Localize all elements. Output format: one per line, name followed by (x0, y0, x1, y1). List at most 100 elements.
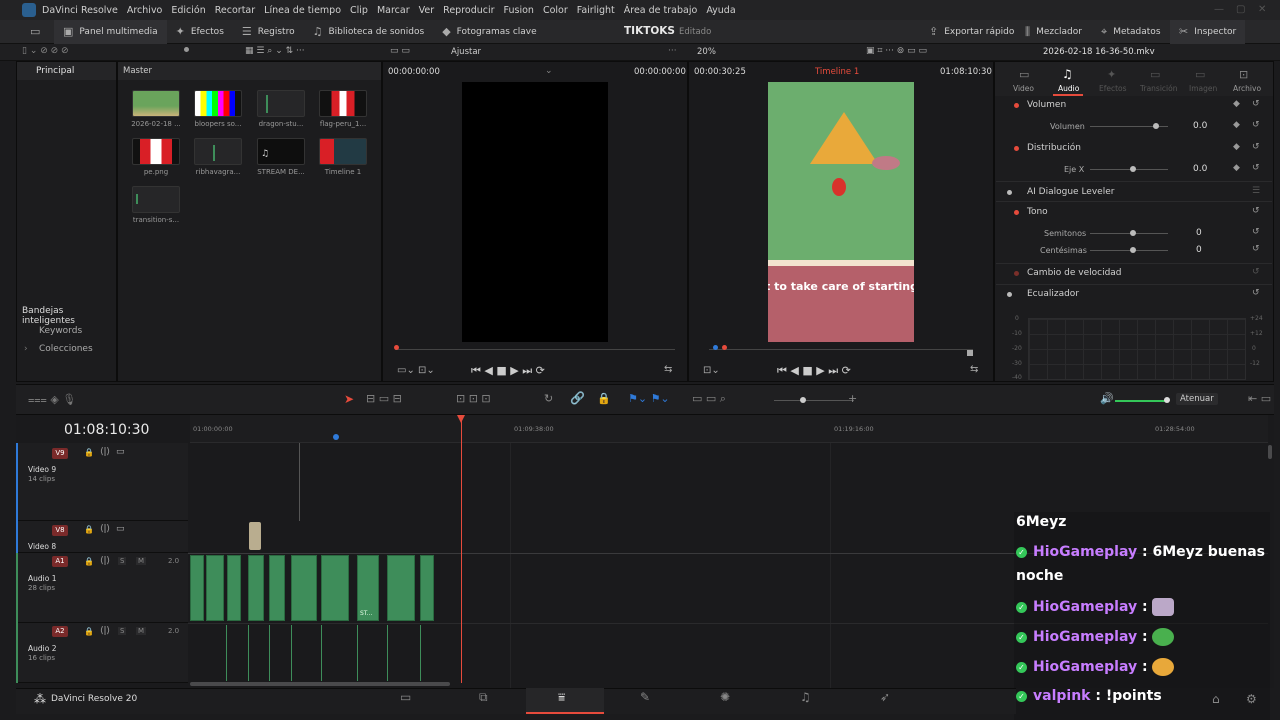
pan-slider[interactable] (1090, 169, 1168, 170)
track-tag-a2[interactable]: A2 (52, 626, 68, 637)
fairlight-page-icon[interactable]: ♫ (800, 690, 811, 704)
viewer-tools-icon[interactable]: ▣ ⌗ ··· ⊚ ▭ ▭ (866, 46, 927, 56)
minimize-icon[interactable]: — (1214, 4, 1224, 15)
menu-view[interactable]: Ver (419, 5, 435, 16)
audio-clip[interactable] (321, 555, 349, 621)
menu-help[interactable]: Ayuda (706, 5, 735, 16)
auto-select-icon[interactable]: ⟨|⟩ (100, 556, 110, 566)
audio-clip[interactable] (387, 555, 415, 621)
monitor-volume-knob[interactable] (1164, 397, 1170, 403)
reset-icon[interactable]: ↺ (1252, 99, 1260, 109)
reset-icon[interactable]: ↺ (1252, 120, 1260, 130)
program-video-frame[interactable]: t to take care of starting (768, 82, 914, 342)
semitones-slider-knob[interactable] (1130, 230, 1136, 236)
audio-clip[interactable] (190, 555, 204, 621)
fit-dropdown[interactable]: Ajustar (451, 47, 481, 57)
pan-enable-toggle[interactable] (1014, 146, 1019, 151)
timeline-view-icon[interactable]: ⩶ ◈ 🎙 (28, 393, 76, 407)
semitones-slider[interactable] (1090, 233, 1168, 234)
sound-library-button[interactable]: ♫ Biblioteca de sonidos (304, 20, 434, 44)
timeline-scrollbar[interactable] (190, 682, 450, 686)
track-tag-v9[interactable]: V9 (52, 448, 68, 459)
media-item-thumb[interactable] (194, 90, 242, 117)
auto-select-icon[interactable]: ⟨|⟩ (100, 447, 110, 457)
audio-clip[interactable]: ST... (357, 555, 379, 621)
source-video-frame[interactable] (462, 82, 608, 342)
reset-icon[interactable]: ↺ (1252, 244, 1260, 254)
grid-view-icon[interactable]: ▦ ☰ ⌕ ⌄ ⇅ ··· (245, 46, 305, 56)
solo-button[interactable]: S (118, 627, 127, 635)
track-header-v9[interactable]: V9 🔒 ⟨|⟩ ▭ Video 9 14 clips (16, 443, 188, 521)
menu-playback[interactable]: Reproducir (443, 5, 494, 16)
vertical-scrollbar[interactable] (1268, 445, 1272, 459)
timeline-zoom-slider[interactable] (774, 400, 854, 401)
zoom-dropdown[interactable]: 20% (697, 47, 716, 57)
media-item-thumb[interactable] (132, 138, 180, 165)
match-frame-icon[interactable]: ⇆ (970, 364, 978, 375)
media-item-thumb[interactable] (132, 90, 180, 117)
media-item-thumb[interactable] (319, 90, 367, 117)
inspector-button[interactable]: ✂ Inspector (1170, 19, 1246, 44)
thumb-size-knob[interactable] (184, 47, 189, 52)
pitch-enable-toggle[interactable] (1014, 210, 1019, 215)
timeline-ruler[interactable] (190, 415, 1268, 443)
menu-file[interactable]: Archivo (127, 5, 163, 16)
menu-fusion[interactable]: Fusion (504, 5, 534, 16)
more-options-icon[interactable]: ··· (668, 46, 677, 56)
auto-select-icon[interactable]: ⟨|⟩ (100, 524, 110, 534)
lock-icon[interactable]: 🔒 (84, 525, 94, 534)
volume-value[interactable]: 0.0 (1193, 121, 1207, 131)
reset-icon[interactable]: ↺ (1252, 163, 1260, 173)
lock-icon[interactable]: 🔒 (84, 627, 94, 636)
volume-enable-toggle[interactable] (1014, 103, 1019, 108)
keyframes-button[interactable]: ◆ Fotogramas clave (433, 20, 545, 44)
monitor-volume-slider[interactable] (1115, 400, 1167, 402)
chevron-down-icon[interactable]: ⌄ (545, 66, 553, 76)
timeline-thumb[interactable] (319, 138, 367, 165)
smart-bin-keywords[interactable]: Keywords (39, 326, 82, 336)
maximize-icon[interactable]: ▢ (1236, 4, 1245, 15)
video-clip[interactable] (249, 522, 261, 550)
tab-file[interactable]: Archivo (1233, 84, 1261, 93)
cut-page-icon[interactable]: ⧉ (479, 690, 488, 705)
reset-icon[interactable]: ↺ (1252, 267, 1260, 277)
panel-toggle-icon[interactable]: ▭ (0, 20, 54, 44)
transport-controls-icon[interactable]: ⏮ ◀ ■ ▶ ⏭ ⟳ (471, 364, 545, 378)
audio-clip[interactable] (420, 555, 434, 621)
tab-image[interactable]: Imagen (1189, 84, 1217, 93)
menu-icon[interactable]: ☰ (1252, 186, 1260, 196)
settings-gear-icon[interactable]: ⚙ (1246, 692, 1257, 706)
audio-waveform-icon[interactable] (257, 90, 305, 117)
auto-select-icon[interactable]: ⟨|⟩ (100, 626, 110, 636)
tab-transition[interactable]: Transición (1140, 84, 1177, 93)
audio-clip[interactable] (227, 555, 241, 621)
track-visible-icon[interactable]: ▭ (116, 447, 125, 457)
zoom-in-icon[interactable]: + (848, 392, 857, 405)
deliver-page-icon[interactable]: ➶ (880, 690, 890, 704)
mixer-button[interactable]: ⫼ Mezclador (1016, 20, 1091, 44)
selection-tool-icon[interactable]: ➤ (344, 392, 354, 406)
tab-effects[interactable]: Efectos (1099, 84, 1127, 93)
keyframe-diamond-icon[interactable]: ◆ (1233, 120, 1240, 130)
viewer-mode-icon[interactable]: ▭⌄ ⊡⌄ (397, 365, 435, 376)
track-tag-v8[interactable]: V8 (52, 525, 68, 536)
flag-icon[interactable]: ⚑⌄ ⚑⌄ (628, 392, 670, 405)
color-page-icon[interactable]: ✺ (720, 690, 730, 704)
keyframe-diamond-icon[interactable]: ◆ (1233, 99, 1240, 109)
equalizer-toggle[interactable] (1007, 292, 1012, 297)
effects-button[interactable]: ✦ Efectos (167, 20, 233, 44)
menu-app[interactable]: DaVinci Resolve (42, 5, 118, 16)
equalizer-graph[interactable] (1028, 318, 1246, 380)
audio-waveform-icon[interactable] (132, 186, 180, 213)
fusion-page-icon[interactable]: ✎ (640, 690, 650, 704)
timeline-zoom-knob[interactable] (800, 397, 806, 403)
viewer-mode-icon[interactable]: ⊡⌄ (703, 365, 720, 376)
audio-clip[interactable] (206, 555, 224, 621)
menu-workspace[interactable]: Área de trabajo (624, 5, 698, 16)
edit-tools-icon[interactable]: ⊟ ▭ ⊟ (366, 392, 402, 405)
source-viewer-icon[interactable]: ▭ ▭ (390, 46, 410, 56)
timeline-options-icon[interactable]: ⇤ ▭ (1248, 392, 1271, 405)
menu-mark[interactable]: Marcar (377, 5, 410, 16)
source-scrubber[interactable] (395, 349, 675, 350)
menu-clip[interactable]: Clip (350, 5, 368, 16)
